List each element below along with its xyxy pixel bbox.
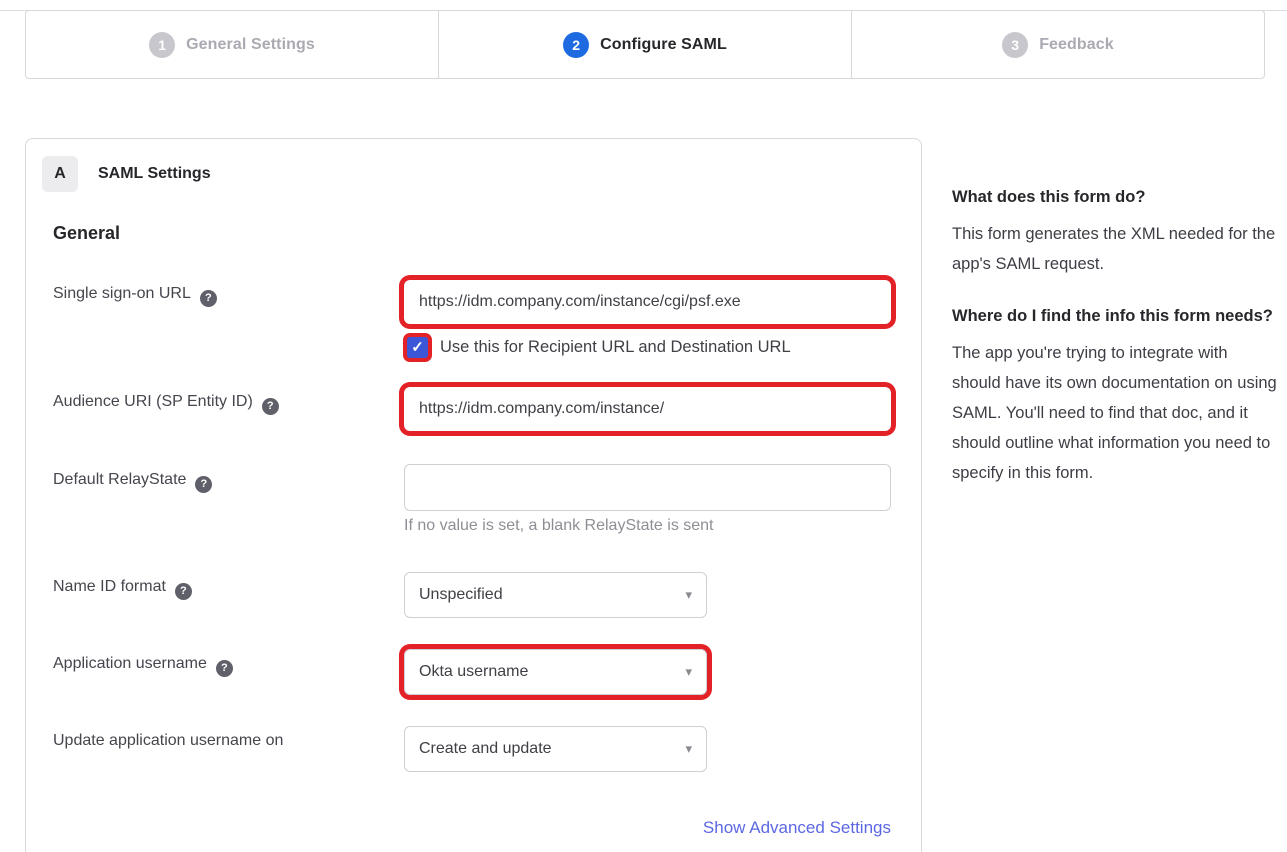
update-username-select[interactable]: Create and update ▾	[404, 726, 707, 772]
app-username-label: Application username?	[53, 655, 233, 677]
chevron-down-icon: ▾	[685, 741, 692, 757]
update-username-label: Update application username on	[53, 732, 283, 750]
sso-url-input[interactable]	[404, 280, 891, 324]
chevron-down-icon: ▾	[685, 664, 692, 680]
relay-state-input[interactable]	[404, 464, 891, 511]
step-number-badge: 2	[563, 32, 589, 58]
step-label: Feedback	[1039, 36, 1114, 54]
chevron-down-icon: ▾	[685, 587, 692, 603]
step-number-badge: 1	[149, 32, 175, 58]
checkmark-icon: ✓	[411, 340, 424, 355]
audience-uri-input[interactable]	[404, 387, 891, 431]
recipient-url-checkbox-label: Use this for Recipient URL and Destinati…	[440, 338, 791, 357]
name-id-format-select[interactable]: Unspecified ▾	[404, 572, 707, 618]
help-sidebar: What does this form do? This form genera…	[952, 186, 1278, 514]
sso-url-label: Single sign-on URL?	[53, 285, 217, 307]
sidebar-section-body: This form generates the XML needed for t…	[952, 219, 1278, 279]
saml-settings-panel: A SAML Settings General Single sign-on U…	[25, 138, 922, 852]
section-title: SAML Settings	[98, 156, 211, 192]
section-badge: A	[42, 156, 78, 192]
relay-state-label: Default RelayState?	[53, 471, 212, 493]
step-label: General Settings	[186, 36, 315, 54]
sidebar-section-title: What does this form do?	[952, 186, 1278, 208]
wizard-step-configure-saml[interactable]: 2 Configure SAML	[438, 11, 851, 78]
step-number-badge: 3	[1002, 32, 1028, 58]
wizard-steps: 1 General Settings 2 Configure SAML 3 Fe…	[25, 10, 1265, 79]
audience-uri-label: Audience URI (SP Entity ID)?	[53, 393, 279, 415]
show-advanced-settings-link[interactable]: Show Advanced Settings	[703, 818, 891, 838]
group-title: General	[53, 223, 120, 244]
help-icon[interactable]: ?	[200, 290, 217, 307]
step-label: Configure SAML	[600, 36, 727, 54]
recipient-url-checkbox[interactable]: ✓	[407, 337, 428, 358]
relay-state-hint: If no value is set, a blank RelayState i…	[404, 517, 714, 535]
sidebar-section-body: The app you're trying to integrate with …	[952, 338, 1278, 488]
wizard-step-general-settings[interactable]: 1 General Settings	[26, 11, 438, 78]
help-icon[interactable]: ?	[195, 476, 212, 493]
name-id-format-label: Name ID format?	[53, 578, 192, 600]
help-icon[interactable]: ?	[175, 583, 192, 600]
app-username-select[interactable]: Okta username ▾	[404, 649, 707, 695]
wizard-step-feedback[interactable]: 3 Feedback	[851, 11, 1264, 78]
help-icon[interactable]: ?	[216, 660, 233, 677]
sidebar-section-title: Where do I find the info this form needs…	[952, 305, 1278, 327]
help-icon[interactable]: ?	[262, 398, 279, 415]
page: 1 General Settings 2 Configure SAML 3 Fe…	[0, 0, 1287, 852]
